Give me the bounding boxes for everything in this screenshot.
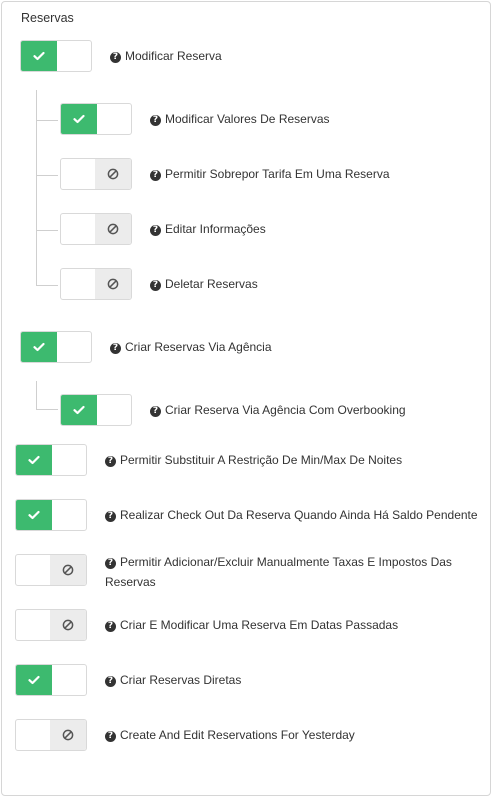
permission-label: ? Deletar Reservas: [150, 274, 258, 294]
permission-label: ? Criar Reserva Via Agência Com Overbooki…: [150, 400, 406, 420]
question-circle-icon[interactable]: ?: [110, 52, 121, 63]
tree-line: [36, 120, 58, 121]
tree-line: [36, 175, 58, 176]
toggle-knob: [16, 500, 52, 530]
permission-label: ? Editar Informações: [150, 219, 266, 239]
permission-label: ? Realizar Check Out Da Reserva Quando Ai…: [105, 505, 478, 525]
ban-icon: [107, 223, 119, 235]
question-circle-icon[interactable]: ?: [105, 558, 116, 569]
toggle-knob: [61, 104, 97, 134]
question-circle-icon[interactable]: ?: [110, 343, 121, 354]
permission-label: ? Criar Reservas Via Agência: [110, 337, 272, 357]
toggle-knob: [50, 610, 86, 640]
tree-line: [36, 230, 58, 231]
question-circle-icon[interactable]: ?: [150, 225, 161, 236]
permission-toggle[interactable]: [60, 268, 132, 300]
toggle-knob: [16, 665, 52, 695]
permission-toggle[interactable]: [60, 213, 132, 245]
question-circle-icon[interactable]: ?: [150, 115, 161, 126]
check-icon: [33, 51, 45, 61]
question-circle-icon[interactable]: ?: [150, 280, 161, 291]
question-circle-icon[interactable]: ?: [105, 731, 116, 742]
question-circle-icon[interactable]: ?: [105, 456, 116, 467]
toggle-knob: [95, 159, 131, 189]
toggle-knob: [50, 555, 86, 585]
question-circle-icon[interactable]: ?: [105, 621, 116, 632]
tree-line: [36, 285, 58, 286]
toggle-knob: [50, 720, 86, 750]
permission-toggle[interactable]: [15, 664, 87, 696]
question-circle-icon[interactable]: ?: [105, 676, 116, 687]
toggle-knob: [95, 214, 131, 244]
permission-toggle[interactable]: [15, 499, 87, 531]
question-circle-icon[interactable]: ?: [105, 511, 116, 522]
check-icon: [28, 455, 40, 465]
permission-label: ? Permitir Substituir A Restrição De Min/…: [105, 450, 402, 470]
ban-icon: [62, 729, 74, 741]
permission-label: ? Permitir Sobrepor Tarifa Em Uma Reserva: [150, 164, 390, 184]
permission-toggle[interactable]: [20, 40, 92, 72]
permission-label: ? Criar E Modificar Uma Reserva Em Datas …: [105, 615, 398, 635]
permission-toggle[interactable]: [20, 331, 92, 363]
check-icon: [73, 114, 85, 124]
check-icon: [28, 675, 40, 685]
toggle-knob: [95, 269, 131, 299]
permission-label: ? Create And Edit Reservations For Yester…: [105, 725, 355, 745]
permission-toggle[interactable]: [15, 719, 87, 751]
ban-icon: [62, 619, 74, 631]
question-circle-icon[interactable]: ?: [150, 406, 161, 417]
check-icon: [33, 342, 45, 352]
tree-line: [36, 409, 58, 410]
tree-line: [36, 381, 37, 409]
section-title: Reservas: [21, 11, 74, 25]
permission-label: ? Modificar Valores De Reservas: [150, 109, 330, 129]
permissions-panel: Reservas ? Modificar Reserva ? Modificar V…: [1, 1, 491, 796]
permission-toggle[interactable]: [60, 394, 132, 426]
toggle-knob: [16, 445, 52, 475]
toggle-knob: [61, 395, 97, 425]
ban-icon: [62, 564, 74, 576]
toggle-knob: [21, 41, 57, 71]
ban-icon: [107, 278, 119, 290]
permission-label: ? Modificar Reserva: [110, 46, 222, 66]
permission-label: ? Criar Reservas Diretas: [105, 670, 241, 690]
permission-toggle[interactable]: [60, 103, 132, 135]
toggle-knob: [21, 332, 57, 362]
check-icon: [73, 405, 85, 415]
ban-icon: [107, 168, 119, 180]
permission-label: ? Permitir Adicionar/Excluir Manualmente …: [105, 555, 452, 589]
check-icon: [28, 510, 40, 520]
permission-toggle[interactable]: [15, 554, 87, 586]
permission-toggle[interactable]: [60, 158, 132, 190]
permission-toggle[interactable]: [15, 609, 87, 641]
permission-toggle[interactable]: [15, 444, 87, 476]
question-circle-icon[interactable]: ?: [150, 170, 161, 181]
